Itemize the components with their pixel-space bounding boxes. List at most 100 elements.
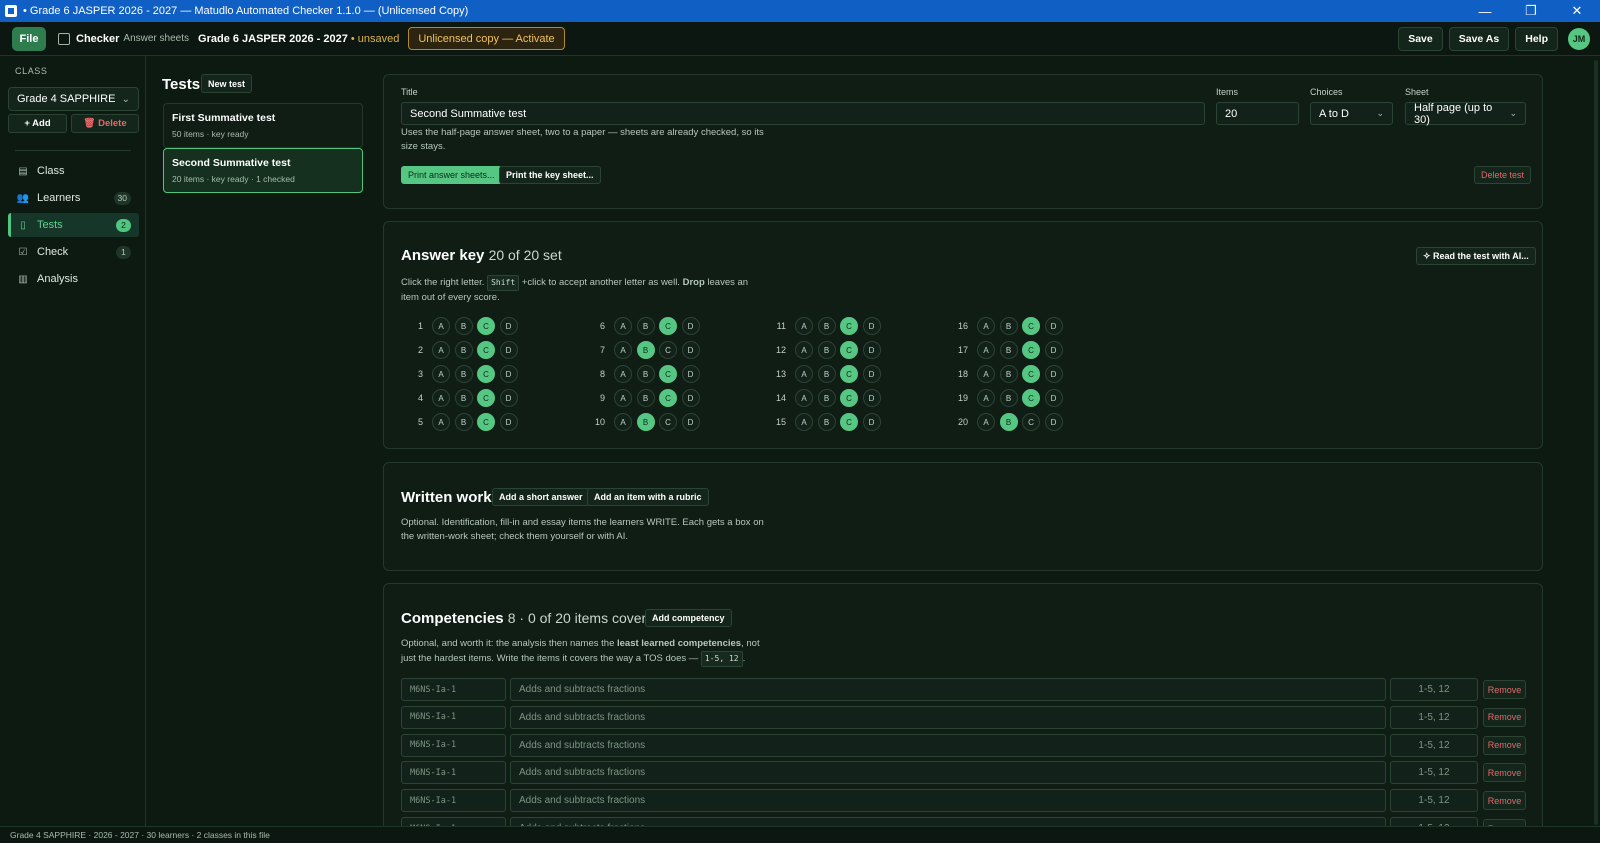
- answer-bubble-a[interactable]: A: [432, 341, 450, 359]
- answer-bubble-d[interactable]: D: [862, 365, 881, 383]
- answer-bubble-c[interactable]: C: [1022, 413, 1040, 431]
- competency-code-input[interactable]: M6NS-Ia-1: [401, 678, 506, 701]
- remove-competency-button[interactable]: Remove: [1483, 763, 1526, 783]
- title-input[interactable]: Second Summative test: [401, 102, 1205, 125]
- answer-bubble-d[interactable]: D: [862, 413, 881, 431]
- competency-items-input[interactable]: 1-5, 12: [1390, 817, 1478, 826]
- competency-code-input[interactable]: M6NS-Ia-1: [401, 705, 506, 729]
- answer-bubble-c[interactable]: C: [477, 341, 495, 359]
- answer-bubble-c[interactable]: C: [1022, 365, 1040, 383]
- answer-bubble-b[interactable]: B: [999, 365, 1018, 383]
- answer-bubble-a[interactable]: A: [432, 413, 450, 431]
- competency-code-input[interactable]: M6NS-Ia-1: [401, 733, 506, 757]
- answer-bubble-d[interactable]: D: [681, 317, 700, 335]
- competency-code-input[interactable]: M6NS-Ia-1: [401, 817, 506, 826]
- competency-description-input[interactable]: Adds and subtracts fractions: [510, 705, 1386, 729]
- answer-bubble-d[interactable]: D: [681, 413, 700, 431]
- answer-bubble-c[interactable]: C: [477, 317, 495, 335]
- remove-competency-button[interactable]: Remove: [1483, 819, 1526, 826]
- answer-bubble-b[interactable]: B: [454, 341, 473, 359]
- answer-bubble-c[interactable]: C: [659, 389, 677, 407]
- answer-bubble-b[interactable]: B: [636, 413, 655, 431]
- competency-description-input[interactable]: Adds and subtracts fractions: [510, 761, 1386, 785]
- add-class-button[interactable]: + Add: [8, 114, 67, 133]
- minimize-button[interactable]: —: [1462, 0, 1508, 22]
- answer-bubble-d[interactable]: D: [499, 413, 518, 431]
- sidebar-item-check[interactable]: ☑ Check 1: [8, 240, 139, 264]
- activate-button[interactable]: Unlicensed copy — Activate: [408, 27, 565, 50]
- answer-bubble-b[interactable]: B: [999, 413, 1018, 431]
- answer-bubble-d[interactable]: D: [1044, 413, 1063, 431]
- remove-competency-button[interactable]: Remove: [1483, 735, 1526, 755]
- answer-bubble-a[interactable]: A: [795, 341, 813, 359]
- answer-bubble-b[interactable]: B: [999, 389, 1018, 407]
- sidebar-item-learners[interactable]: 👥 Learners 30: [8, 186, 139, 210]
- answer-bubble-b[interactable]: B: [999, 341, 1018, 359]
- print-key-sheet-button[interactable]: Print the key sheet...: [499, 166, 601, 184]
- answer-bubble-d[interactable]: D: [499, 365, 518, 383]
- competency-description-input[interactable]: Adds and subtracts fractions: [510, 678, 1386, 701]
- remove-competency-button[interactable]: Remove: [1483, 791, 1526, 811]
- answer-bubble-a[interactable]: A: [614, 413, 632, 431]
- sheet-select[interactable]: Half page (up to 30) ⌄: [1405, 102, 1526, 126]
- delete-test-button[interactable]: Delete test: [1474, 166, 1532, 184]
- answer-bubble-c[interactable]: C: [659, 341, 677, 359]
- answer-bubble-b[interactable]: B: [636, 341, 655, 359]
- answer-bubble-c[interactable]: C: [477, 413, 495, 431]
- restore-button[interactable]: ❐: [1508, 0, 1554, 22]
- new-test-button[interactable]: New test: [201, 74, 253, 93]
- answer-bubble-a[interactable]: A: [977, 389, 995, 407]
- answer-bubble-c[interactable]: C: [659, 365, 677, 383]
- answer-bubble-a[interactable]: A: [795, 317, 813, 335]
- class-select[interactable]: Grade 4 SAPPHIRE ⌄: [8, 87, 139, 111]
- answer-bubble-a[interactable]: A: [614, 341, 632, 359]
- answer-bubble-c[interactable]: C: [840, 341, 858, 359]
- competency-items-input[interactable]: 1-5, 12: [1390, 678, 1478, 701]
- answer-bubble-b[interactable]: B: [454, 413, 473, 431]
- answer-bubble-c[interactable]: C: [477, 389, 495, 407]
- add-competency-button[interactable]: Add competency: [645, 609, 732, 627]
- items-input[interactable]: 20: [1216, 102, 1299, 125]
- remove-competency-button[interactable]: Remove: [1483, 680, 1526, 699]
- answer-bubble-a[interactable]: A: [977, 317, 995, 335]
- answer-bubble-b[interactable]: B: [636, 317, 655, 335]
- answer-bubble-d[interactable]: D: [499, 317, 518, 335]
- answer-bubble-d[interactable]: D: [862, 317, 881, 335]
- answer-bubble-a[interactable]: A: [614, 317, 632, 335]
- answer-bubble-c[interactable]: C: [477, 365, 495, 383]
- competency-description-input[interactable]: Adds and subtracts fractions: [510, 733, 1386, 757]
- delete-class-button[interactable]: 🗑 Delete: [71, 114, 139, 133]
- answer-bubble-b[interactable]: B: [999, 317, 1018, 335]
- answer-bubble-b[interactable]: B: [454, 365, 473, 383]
- answer-bubble-b[interactable]: B: [817, 341, 836, 359]
- answer-bubble-d[interactable]: D: [499, 341, 518, 359]
- help-button[interactable]: Help: [1515, 26, 1558, 51]
- answer-bubble-c[interactable]: C: [840, 413, 858, 431]
- answer-bubble-c[interactable]: C: [659, 413, 677, 431]
- answer-bubble-a[interactable]: A: [614, 389, 632, 407]
- answer-bubble-d[interactable]: D: [499, 389, 518, 407]
- test-card-second-summative[interactable]: Second Summative test 20 items · key rea…: [163, 148, 363, 193]
- answer-bubble-d[interactable]: D: [1044, 317, 1063, 335]
- answer-bubble-c[interactable]: C: [1022, 317, 1040, 335]
- answer-bubble-c[interactable]: C: [840, 389, 858, 407]
- answer-bubble-b[interactable]: B: [817, 413, 836, 431]
- save-button[interactable]: Save: [1398, 26, 1443, 51]
- answer-bubble-c[interactable]: C: [840, 365, 858, 383]
- test-card-first-summative[interactable]: First Summative test 50 items · key read…: [163, 103, 363, 148]
- competency-items-input[interactable]: 1-5, 12: [1390, 705, 1478, 729]
- sidebar-item-tests[interactable]: ▯ Tests 2: [8, 213, 139, 237]
- answer-bubble-c[interactable]: C: [840, 317, 858, 335]
- answer-bubble-b[interactable]: B: [454, 317, 473, 335]
- answer-bubble-a[interactable]: A: [977, 341, 995, 359]
- answer-bubble-a[interactable]: A: [614, 365, 632, 383]
- answer-bubble-b[interactable]: B: [817, 365, 836, 383]
- competency-description-input[interactable]: Adds and subtracts fractions: [510, 817, 1386, 826]
- answer-bubble-c[interactable]: C: [1022, 341, 1040, 359]
- sidebar-item-analysis[interactable]: ▥ Analysis: [8, 267, 139, 291]
- competency-items-input[interactable]: 1-5, 12: [1390, 789, 1478, 813]
- file-menu-button[interactable]: File: [12, 26, 46, 51]
- read-test-with-ai-button[interactable]: ✧ Read the test with AI...: [1416, 247, 1536, 265]
- answer-bubble-a[interactable]: A: [795, 389, 813, 407]
- user-avatar[interactable]: JM: [1568, 27, 1590, 50]
